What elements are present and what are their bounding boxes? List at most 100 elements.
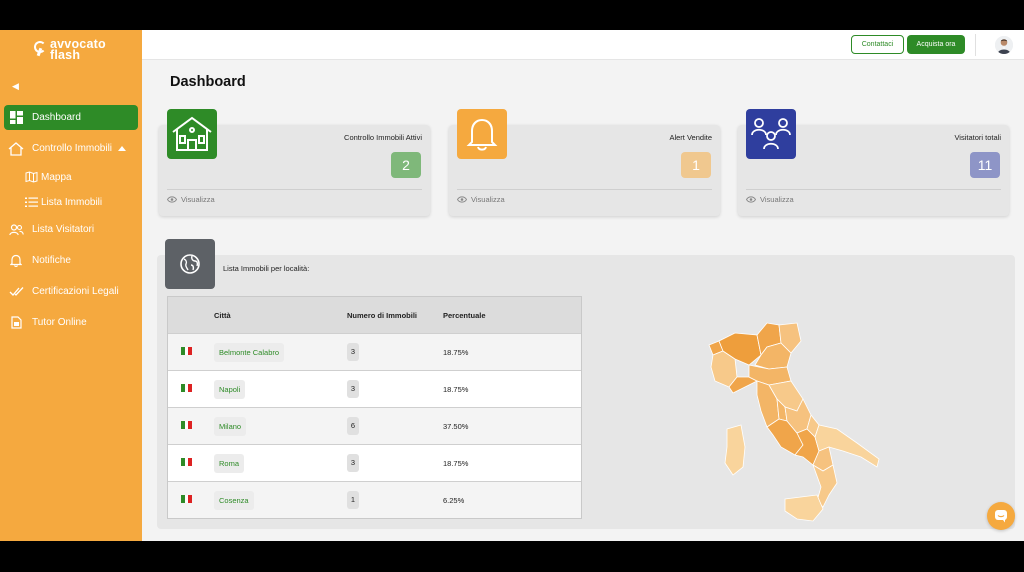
bell-icon [457, 109, 507, 159]
italy-flag-icon [181, 458, 193, 466]
buy-now-button[interactable]: Acquista ora [907, 35, 965, 54]
map-icon [24, 169, 38, 185]
chat-icon [995, 510, 1007, 523]
dashboard-icon [8, 110, 24, 126]
locations-table: Città Numero di Immobili Percentuale Bel… [167, 296, 582, 519]
column-header-percent: Percentuale [443, 310, 486, 320]
sidebar-item-label: Certificazioni Legali [32, 286, 119, 297]
region-sardegna [724, 424, 746, 476]
percent-cell: 18.75% [443, 384, 469, 394]
sidebar: avvocato flash ◀ Dashboard Controllo Imm… [0, 30, 142, 541]
eye-icon [457, 196, 467, 203]
sidebar-item-lista-visitatori[interactable]: Lista Visitatori [4, 217, 138, 242]
percent-cell: 6.25% [443, 495, 465, 505]
document-icon [8, 315, 24, 331]
view-link[interactable]: Visualizza [167, 195, 215, 204]
users-icon [8, 222, 24, 238]
view-link-label: Visualizza [181, 195, 215, 204]
contact-button[interactable]: Contattaci [851, 35, 904, 54]
chat-button[interactable] [987, 502, 1015, 530]
house-icon [167, 109, 217, 159]
card-label: Controllo Immobili Attivi [344, 133, 422, 142]
card-count-badge: 2 [391, 152, 421, 178]
page-title: Dashboard [170, 74, 246, 90]
card-alert-vendite: Alert Vendite 1 Visualizza [449, 109, 720, 216]
card-divider [167, 189, 422, 190]
locations-panel: Lista Immobili per località: Città Numer… [157, 239, 1015, 529]
sidebar-item-mappa[interactable]: Mappa [4, 167, 138, 187]
sidebar-item-label: Notifiche [32, 255, 71, 266]
column-header-city: Città [214, 310, 231, 320]
count-badge: 3 [347, 343, 359, 361]
avatar[interactable] [995, 36, 1013, 54]
italy-flag-icon [181, 384, 193, 392]
top-header: Contattaci Acquista ora [142, 30, 1024, 60]
city-link[interactable]: Milano [214, 416, 247, 436]
column-header-count: Numero di Immobili [347, 310, 418, 320]
city-link[interactable]: Cosenza [214, 490, 254, 510]
globe-icon [165, 239, 215, 289]
sidebar-item-label: Dashboard [32, 112, 81, 123]
italy-flag-icon [181, 495, 193, 503]
card-visitatori-totali: Visitatori totali 11 Visualizza [738, 109, 1009, 216]
card-count-badge: 1 [681, 152, 711, 178]
sidebar-item-label: Controllo Immobili [32, 143, 113, 154]
view-link[interactable]: Visualizza [746, 195, 794, 204]
city-link[interactable]: Belmonte Calabro [214, 342, 285, 362]
sidebar-item-label: Lista Visitatori [32, 224, 95, 235]
region-sicilia [784, 494, 824, 522]
header-divider [975, 34, 976, 56]
card-count-badge: 11 [970, 152, 1000, 178]
sidebar-item-label: Lista Immobili [41, 196, 103, 208]
table-row[interactable]: Napoli 3 18.75% [168, 370, 581, 407]
table-header: Città Numero di Immobili Percentuale [168, 297, 581, 333]
percent-cell: 18.75% [443, 458, 469, 468]
panel-title: Lista Immobili per località: [223, 264, 310, 273]
view-link-label: Visualizza [760, 195, 794, 204]
count-badge: 3 [347, 380, 359, 398]
brand-logo[interactable]: avvocato flash [32, 38, 106, 62]
app-window: avvocato flash ◀ Dashboard Controllo Imm… [0, 30, 1024, 541]
percent-cell: 18.75% [443, 347, 469, 357]
table-row[interactable]: Cosenza 1 6.25% [168, 481, 581, 518]
collapse-sidebar-icon[interactable]: ◀ [12, 80, 22, 92]
eye-icon [167, 196, 177, 203]
city-link[interactable]: Roma [214, 453, 245, 473]
eye-icon [746, 196, 756, 203]
sidebar-item-dashboard[interactable]: Dashboard [4, 105, 138, 130]
home-icon [8, 141, 24, 157]
italy-flag-icon [181, 421, 193, 429]
sidebar-item-notifiche[interactable]: Notifiche [4, 248, 138, 273]
sidebar-item-label: Mappa [41, 171, 72, 183]
percent-cell: 37.50% [443, 421, 469, 431]
view-link-label: Visualizza [471, 195, 505, 204]
table-row[interactable]: Belmonte Calabro 3 18.75% [168, 333, 581, 370]
sidebar-nav: Dashboard Controllo Immobili Mappa Lista… [4, 105, 138, 341]
people-icon [746, 109, 796, 159]
count-badge: 6 [347, 417, 359, 435]
count-badge: 3 [347, 454, 359, 472]
sidebar-item-controllo-immobili[interactable]: Controllo Immobili [4, 136, 138, 161]
card-divider [457, 189, 712, 190]
brand-line-2: flash [50, 48, 81, 62]
card-label: Alert Vendite [669, 133, 712, 142]
city-link[interactable]: Napoli [214, 379, 246, 399]
list-icon [24, 194, 38, 210]
sidebar-item-label: Tutor Online [32, 317, 87, 328]
italy-map[interactable] [705, 315, 885, 525]
view-link[interactable]: Visualizza [457, 195, 505, 204]
count-badge: 1 [347, 491, 359, 509]
caret-up-icon[interactable] [118, 146, 127, 151]
sidebar-item-lista-immobili[interactable]: Lista Immobili [4, 192, 138, 212]
italy-flag-icon [181, 347, 193, 355]
card-label: Visitatori totali [954, 133, 1001, 142]
sidebar-item-tutor-online[interactable]: Tutor Online [4, 310, 138, 335]
checkmark-icon [8, 284, 24, 300]
card-divider [746, 189, 1001, 190]
bell-icon [8, 253, 24, 269]
logo-mark-icon [32, 39, 46, 57]
table-row[interactable]: Roma 3 18.75% [168, 444, 581, 481]
table-row[interactable]: Milano 6 37.50% [168, 407, 581, 444]
card-controllo-immobili: Controllo Immobili Attivi 2 Visualizza [159, 109, 430, 216]
sidebar-item-certificazioni-legali[interactable]: Certificazioni Legali [4, 279, 138, 304]
